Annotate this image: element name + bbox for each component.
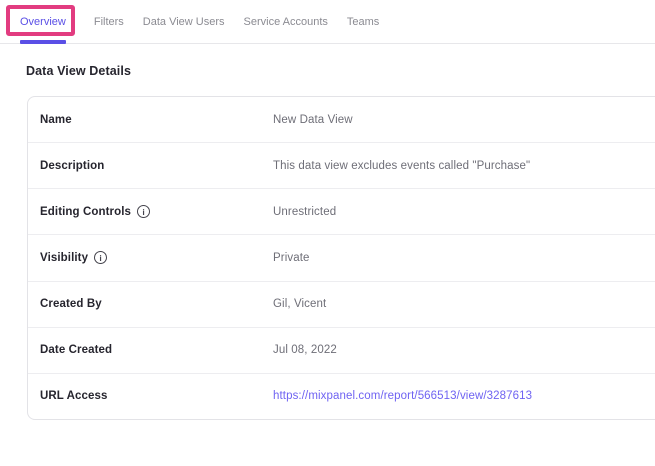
tab-filters-label: Filters — [94, 16, 124, 28]
detail-label-text: Created By — [40, 298, 102, 310]
tab-overview[interactable]: Overview — [20, 0, 66, 43]
tab-service-accounts-label: Service Accounts — [244, 16, 328, 28]
detail-row-date-created: Date Created Jul 08, 2022 — [28, 327, 655, 373]
detail-row-created-by: Created By Gil, Vicent — [28, 281, 655, 327]
tab-service-accounts[interactable]: Service Accounts — [244, 0, 328, 43]
detail-value: Gil, Vicent — [273, 298, 326, 310]
tab-filters[interactable]: Filters — [94, 0, 124, 43]
detail-value: Jul 08, 2022 — [273, 344, 337, 356]
tab-teams[interactable]: Teams — [347, 0, 379, 43]
detail-value: This data view excludes events called "P… — [273, 160, 530, 172]
detail-value: New Data View — [273, 114, 353, 126]
detail-label-text: Name — [40, 114, 72, 126]
info-icon[interactable]: i — [137, 205, 150, 218]
detail-row-description: Description This data view excludes even… — [28, 142, 655, 188]
tab-teams-label: Teams — [347, 16, 379, 28]
detail-label: Created By — [40, 298, 273, 310]
detail-row-editing-controls: Editing Controls i Unrestricted — [28, 188, 655, 234]
detail-label: Date Created — [40, 344, 273, 356]
url-access-link[interactable]: https://mixpanel.com/report/566513/view/… — [273, 390, 532, 402]
detail-label: Visibility i — [40, 251, 273, 264]
detail-label: Name — [40, 114, 273, 126]
detail-row-url-access: URL Access https://mixpanel.com/report/5… — [28, 373, 655, 419]
tab-overview-label: Overview — [20, 16, 66, 28]
tab-bar: Overview Filters Data View Users Service… — [0, 0, 655, 44]
tab-data-view-users-label: Data View Users — [143, 16, 225, 28]
detail-label: URL Access — [40, 390, 273, 402]
data-view-settings-screen: Overview Filters Data View Users Service… — [0, 0, 655, 466]
detail-label-text: Description — [40, 160, 104, 172]
detail-label-text: Date Created — [40, 344, 112, 356]
detail-value: Unrestricted — [273, 206, 336, 218]
detail-row-visibility: Visibility i Private — [28, 234, 655, 280]
detail-label-text: Visibility — [40, 252, 88, 264]
active-tab-underline — [20, 40, 66, 44]
detail-row-name: Name New Data View — [28, 97, 655, 142]
detail-label: Description — [40, 160, 273, 172]
tab-data-view-users[interactable]: Data View Users — [143, 0, 225, 43]
detail-label-text: URL Access — [40, 390, 107, 402]
section-title: Data View Details — [26, 64, 131, 78]
detail-value: Private — [273, 252, 310, 264]
detail-label-text: Editing Controls — [40, 206, 131, 218]
detail-label: Editing Controls i — [40, 205, 273, 218]
details-card: Name New Data View Description This data… — [27, 96, 655, 420]
info-icon[interactable]: i — [94, 251, 107, 264]
